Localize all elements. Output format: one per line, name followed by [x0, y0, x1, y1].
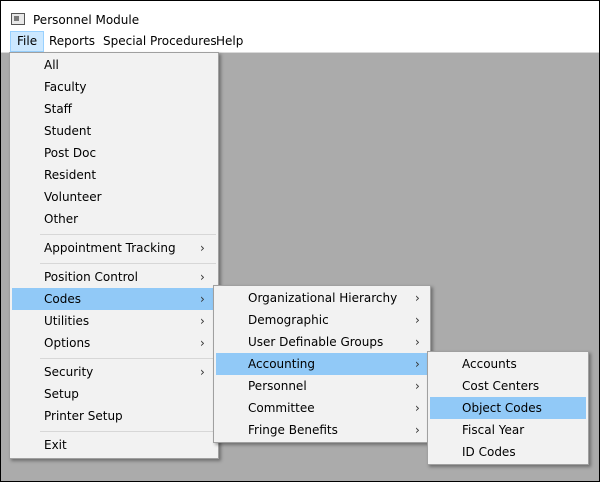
menu-item-label: Position Control: [44, 270, 138, 284]
menu-item-accounts[interactable]: Accounts: [430, 353, 586, 375]
chevron-right-icon: ›: [200, 241, 205, 255]
menu-item-label: Cost Centers: [462, 379, 540, 393]
menu-item-label: Setup: [44, 387, 79, 401]
chevron-right-icon: ›: [200, 365, 205, 379]
menu-item-label: Utilities: [44, 314, 90, 328]
chevron-right-icon: ›: [415, 379, 420, 393]
chevron-right-icon: ›: [415, 335, 420, 349]
menu-item-user-definable-groups[interactable]: User Definable Groups ›: [216, 331, 428, 353]
menu-item-label: Faculty: [44, 80, 87, 94]
chevron-right-icon: ›: [415, 313, 420, 327]
menu-item-label: Organizational Hierarchy: [248, 291, 398, 305]
menu-item-codes[interactable]: Codes ›: [12, 288, 216, 310]
menu-item-id-codes[interactable]: ID Codes: [430, 441, 586, 463]
menu-item-appointment-tracking[interactable]: Appointment Tracking ›: [12, 237, 216, 259]
menu-item-post-doc[interactable]: Post Doc: [12, 142, 216, 164]
codes-submenu: Organizational Hierarchy › Demographic › U…: [213, 285, 431, 443]
menu-item-fringe-benefits[interactable]: Fringe Benefits ›: [216, 419, 428, 441]
menu-reports[interactable]: Reports: [43, 31, 101, 52]
file-menu: All Faculty Staff Student Post Doc Resid…: [9, 52, 219, 459]
chevron-right-icon: ›: [415, 401, 420, 415]
menu-item-label: Personnel: [248, 379, 307, 393]
menu-item-personnel[interactable]: Personnel ›: [216, 375, 428, 397]
menu-item-faculty[interactable]: Faculty: [12, 76, 216, 98]
menu-item-label: Codes: [44, 292, 81, 306]
menu-item-volunteer[interactable]: Volunteer: [12, 186, 216, 208]
menu-separator: [40, 234, 216, 235]
chevron-right-icon: ›: [415, 291, 420, 305]
menu-item-label: User Definable Groups: [248, 335, 384, 349]
menu-item-other[interactable]: Other: [12, 208, 216, 230]
menu-bar: File Reports Special Procedures Help: [1, 31, 599, 53]
menu-item-student[interactable]: Student: [12, 120, 216, 142]
menu-item-label: Resident: [44, 168, 97, 182]
chevron-right-icon: ›: [200, 336, 205, 350]
accounting-submenu: Accounts Cost Centers Object Codes Fisca…: [427, 351, 589, 465]
menu-item-label: Security: [44, 365, 94, 379]
menu-item-staff[interactable]: Staff: [12, 98, 216, 120]
menu-item-label: Volunteer: [44, 190, 102, 204]
menu-item-printer-setup[interactable]: Printer Setup: [12, 405, 216, 427]
menu-item-exit[interactable]: Exit: [12, 434, 216, 456]
menu-item-label: Committee: [248, 401, 315, 415]
menu-item-fiscal-year[interactable]: Fiscal Year: [430, 419, 586, 441]
menu-item-label: Options: [44, 336, 91, 350]
menu-item-position-control[interactable]: Position Control ›: [12, 266, 216, 288]
menu-item-label: Student: [44, 124, 92, 138]
menu-item-demographic[interactable]: Demographic ›: [216, 309, 428, 331]
menu-item-label: Accounting: [248, 357, 316, 371]
chevron-right-icon: ›: [200, 314, 205, 328]
menu-item-accounting[interactable]: Accounting ›: [216, 353, 428, 375]
menu-item-cost-centers[interactable]: Cost Centers: [430, 375, 586, 397]
menu-item-object-codes[interactable]: Object Codes: [430, 397, 586, 419]
window-icon: [11, 13, 25, 25]
menu-separator: [40, 263, 216, 264]
menu-item-label: ID Codes: [462, 445, 516, 459]
menu-item-label: Exit: [44, 438, 67, 452]
window-title: Personnel Module: [33, 13, 140, 27]
menu-item-security[interactable]: Security ›: [12, 361, 216, 383]
menu-item-setup[interactable]: Setup: [12, 383, 216, 405]
menu-item-organizational-hierarchy[interactable]: Organizational Hierarchy ›: [216, 287, 428, 309]
menu-item-label: Staff: [44, 102, 72, 116]
menu-help[interactable]: Help: [210, 31, 249, 52]
chevron-right-icon: ›: [415, 423, 420, 437]
menu-separator: [40, 358, 216, 359]
menu-item-label: Printer Setup: [44, 409, 123, 423]
menu-item-label: Post Doc: [44, 146, 97, 160]
menu-item-label: Object Codes: [462, 401, 542, 415]
menu-item-resident[interactable]: Resident: [12, 164, 216, 186]
menu-special-procedures[interactable]: Special Procedures: [97, 31, 223, 52]
menu-item-committee[interactable]: Committee ›: [216, 397, 428, 419]
menu-separator: [40, 431, 216, 432]
menu-item-label: Fringe Benefits: [248, 423, 338, 437]
chevron-right-icon: ›: [415, 357, 420, 371]
menu-item-all[interactable]: All: [12, 54, 216, 76]
menu-item-utilities[interactable]: Utilities ›: [12, 310, 216, 332]
menu-item-label: Demographic: [248, 313, 329, 327]
chevron-right-icon: ›: [200, 270, 205, 284]
menu-item-label: Other: [44, 212, 79, 226]
menu-item-label: Fiscal Year: [462, 423, 525, 437]
menu-item-label: All: [44, 58, 59, 72]
title-bar: Personnel Module: [1, 1, 599, 31]
chevron-right-icon: ›: [200, 292, 205, 306]
menu-item-label: Accounts: [462, 357, 517, 371]
menu-item-label: Appointment Tracking: [44, 241, 176, 255]
menu-item-options[interactable]: Options ›: [12, 332, 216, 354]
menu-file[interactable]: File: [10, 31, 45, 52]
